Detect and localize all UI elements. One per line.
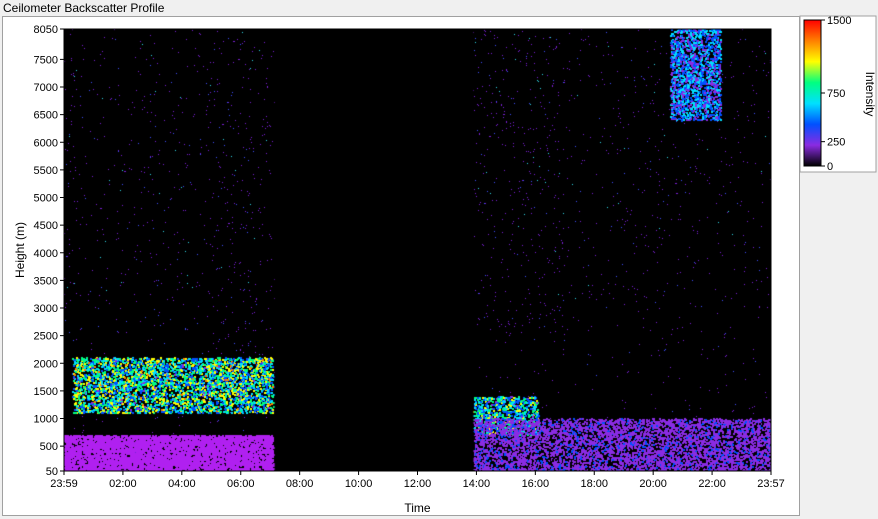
y-tick-label: 4000 [34, 248, 58, 260]
y-tick-label: 7500 [34, 54, 58, 66]
y-tick-label: 4500 [34, 220, 58, 232]
x-tick-label: 02:00 [109, 478, 137, 490]
plot-area [64, 29, 771, 471]
x-tick-label: 20:00 [639, 478, 667, 490]
x-axis-title: Time [404, 501, 431, 515]
colorbar-tick-label: 1500 [827, 15, 851, 27]
x-tick-label: 04:00 [168, 478, 196, 490]
y-tick-label: 3000 [34, 303, 58, 315]
y-tick-label: 3500 [34, 275, 58, 287]
y-tick-label: 5500 [34, 165, 58, 177]
x-tick-label: 06:00 [227, 478, 255, 490]
y-tick-label: 2000 [34, 358, 58, 370]
x-tick-label: 23:59 [50, 478, 78, 490]
heatmap-chart: 5050010001500200025003000350040004500500… [13, 15, 877, 515]
y-tick-label: 6000 [34, 137, 58, 149]
y-axis-title: Height (m) [13, 222, 27, 278]
x-tick-label: 22:00 [698, 478, 726, 490]
y-tick-label: 500 [40, 441, 58, 453]
x-tick-label: 18:00 [580, 478, 608, 490]
x-tick-label: 10:00 [345, 478, 373, 490]
x-tick-label: 12:00 [404, 478, 432, 490]
y-tick-label: 5000 [34, 193, 58, 205]
y-tick-label: 8050 [34, 24, 58, 36]
y-tick-label: 2500 [34, 331, 58, 343]
x-tick-label: 16:00 [522, 478, 550, 490]
colorbar: 0 250 750 1500 Intensity [799, 15, 877, 173]
colorbar-tick-label: 750 [827, 88, 845, 100]
colorbar-gradient [803, 19, 822, 167]
colorbar-tick-label: 0 [827, 161, 833, 173]
colorbar-tick-label: 250 [827, 137, 845, 149]
y-tick-label: 1000 [34, 414, 58, 426]
x-tick-label: 14:00 [463, 478, 491, 490]
y-tick-label: 7000 [34, 82, 58, 94]
y-tick-label: 1500 [34, 386, 58, 398]
backscatter-heatmap [64, 29, 771, 471]
x-tick-label: 23:57 [757, 478, 785, 490]
y-tick-label: 6500 [34, 110, 58, 122]
y-tick-label: 50 [46, 466, 58, 478]
x-tick-label: 08:00 [286, 478, 314, 490]
colorbar-title: Intensity [863, 72, 877, 117]
